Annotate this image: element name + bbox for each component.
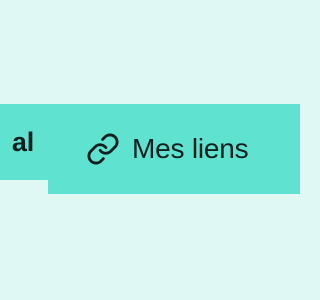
tab-mes-liens-label: Mes liens [132,133,249,164]
link-icon [86,132,120,166]
tab-active-label: al [11,126,34,157]
tab-active[interactable]: al [0,104,48,180]
tab-mes-liens[interactable]: Mes liens [48,104,300,194]
navigation-bar: al Mes liens [0,104,300,194]
